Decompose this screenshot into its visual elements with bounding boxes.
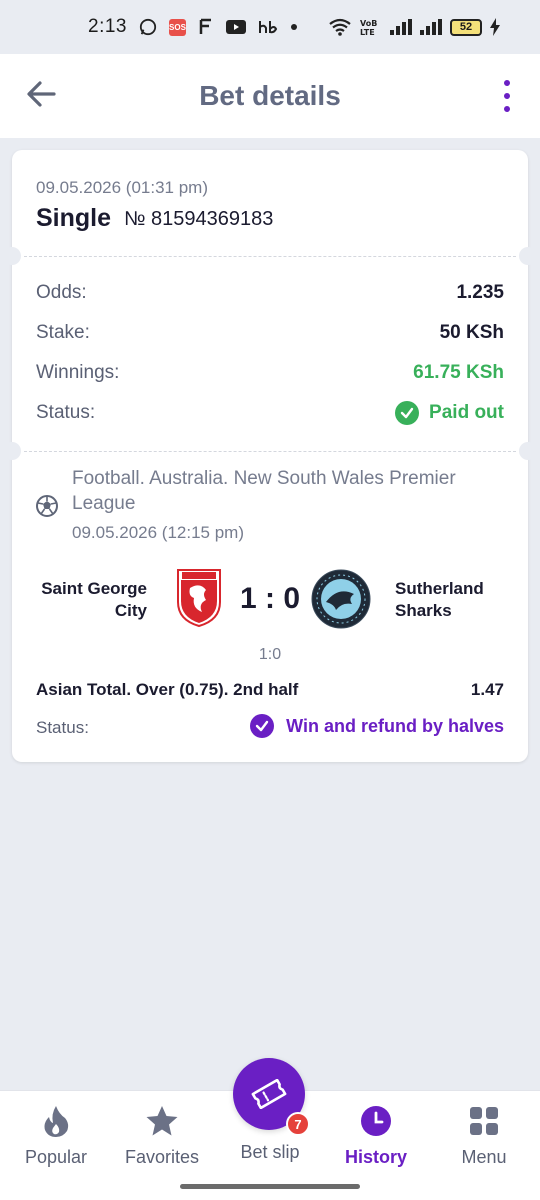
bet-type: Single: [36, 204, 112, 232]
grid-icon: [466, 1103, 502, 1139]
status-bar: 2:13 SOS VoB LTE 52: [0, 0, 540, 54]
bet-number: № 81594369183: [124, 208, 274, 230]
winnings-row: Winnings: 61.75 KSh: [36, 359, 504, 387]
app-header: Bet details: [0, 54, 540, 138]
bet-slip-count-badge: 7: [286, 1112, 310, 1136]
stake-row: Stake: 50 KSh: [36, 319, 504, 347]
nav-favorites[interactable]: Favorites: [108, 1103, 216, 1173]
selection-status-label: Status:: [36, 718, 89, 737]
half-time-score: 1:0: [258, 646, 282, 663]
dot-icon: [290, 23, 298, 31]
back-button[interactable]: [24, 76, 60, 112]
whatsapp-icon: [139, 18, 157, 36]
odds-value: 1.235: [456, 282, 504, 303]
nav-favorites-label: Favorites: [124, 1147, 200, 1167]
check-circle-icon: [250, 714, 275, 738]
wifi-icon: [328, 18, 352, 36]
clock-icon: [358, 1103, 394, 1139]
status-label: Status:: [36, 402, 96, 423]
stake-value: 50 KSh: [439, 322, 504, 343]
soccer-ball-icon: [36, 495, 58, 517]
status-row: Status: Paid out: [36, 399, 504, 427]
home-indicator[interactable]: [180, 1184, 360, 1189]
nav-popular-label: Popular: [24, 1147, 88, 1167]
nav-menu-label: Menu: [461, 1147, 507, 1167]
charging-icon: [490, 18, 500, 36]
status-time: 2:13: [88, 16, 127, 37]
bet-date: 09.05.2026 (01:31 pm): [36, 178, 209, 197]
event-date: 09.05.2026 (12:15 pm): [72, 523, 245, 542]
svg-text:VoB: VoB: [360, 19, 377, 28]
winnings-label: Winnings:: [36, 362, 120, 383]
page-title: Bet details: [199, 80, 341, 111]
nav-betslip-label: Bet slip: [240, 1142, 300, 1162]
nav-history-label: History: [344, 1147, 407, 1167]
home-team-logo: [176, 568, 222, 628]
ticket-icon: [251, 1079, 287, 1109]
stake-label: Stake:: [36, 322, 90, 343]
battery-icon: 52: [450, 18, 482, 36]
selection-status: Win and refund by halves: [250, 714, 504, 738]
star-icon: [144, 1103, 180, 1139]
svg-text:LTE: LTE: [360, 28, 375, 36]
match-score: 1 : 0: [239, 582, 301, 615]
youtube-icon: [225, 20, 246, 34]
league-name: Football. Australia. New South Wales Pre…: [72, 468, 456, 514]
sos-icon: SOS: [168, 18, 186, 36]
app-notification-icon: [198, 18, 214, 36]
selection-status-value: Win and refund by halves: [286, 715, 504, 736]
signal-icon-2: [420, 19, 442, 35]
more-options-button[interactable]: [500, 80, 514, 112]
home-team-name: Saint George City: [41, 579, 147, 620]
volte-icon: VoB LTE: [360, 18, 382, 36]
away-team-logo: [310, 568, 372, 630]
signal-icon-1: [390, 19, 412, 35]
status-value: Paid out: [429, 402, 504, 423]
odds-row: Odds: 1.235: [36, 279, 504, 307]
more-vertical-icon: [504, 80, 510, 86]
arrow-left-icon: [27, 81, 56, 107]
nav-menu[interactable]: Menu: [430, 1103, 538, 1173]
market-odds: 1.47: [470, 680, 504, 699]
check-circle-icon: [395, 401, 420, 425]
winnings-value: 61.75 KSh: [413, 362, 504, 383]
bet-card: 09.05.2026 (01:31 pm) Single № 815943691…: [3, 150, 537, 762]
odds-label: Odds:: [36, 282, 87, 303]
away-team-name: Sutherland Sharks: [395, 579, 484, 620]
flame-icon: [38, 1103, 74, 1139]
market-name: Asian Total. Over (0.75). 2nd half: [36, 680, 299, 699]
nav-popular[interactable]: Popular: [2, 1103, 110, 1173]
hb-icon: [258, 20, 278, 34]
nav-history[interactable]: History: [322, 1103, 430, 1173]
